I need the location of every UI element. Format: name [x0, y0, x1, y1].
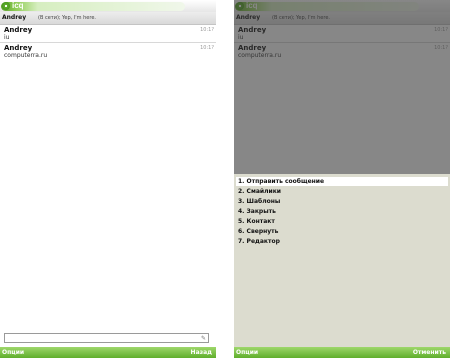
contact-status: (В сети); — [38, 15, 61, 21]
menu-item-send-message[interactable]: 1. Отправить сообщение — [236, 177, 448, 186]
menu-item-contact[interactable]: 5. Контакт — [236, 217, 448, 226]
menu-item-label: 1. Отправить сообщение — [238, 178, 325, 185]
app-title: icq — [12, 1, 24, 10]
message-item: Andrey 10:1? iu — [0, 25, 216, 43]
menu-item-label: 3. Шаблоны — [238, 198, 281, 205]
contact-name: Andrey — [2, 14, 27, 21]
message-text: iu — [4, 34, 10, 41]
title-pill — [1, 2, 185, 11]
menu-item-editor[interactable]: 7. Редактор — [236, 237, 448, 246]
menu-item-minimize[interactable]: 6. Свернуть — [236, 227, 448, 236]
message-text: computerra.ru — [4, 52, 48, 59]
back-softkey[interactable]: Назад — [191, 348, 212, 357]
message-input[interactable]: ✎ — [4, 333, 209, 343]
message-time: 10:1? — [200, 27, 214, 33]
softkey-bar: Опции Назад — [0, 347, 216, 358]
options-softkey[interactable]: Опции — [236, 348, 258, 357]
title-bar: icq — [0, 0, 216, 12]
options-menu: 1. Отправить сообщение 2. Смайлики 3. Ша… — [234, 174, 450, 347]
menu-item-label: 5. Контакт — [238, 218, 275, 225]
menu-item-label: 6. Свернуть — [238, 228, 279, 235]
options-softkey[interactable]: Опции — [2, 348, 24, 357]
cancel-softkey[interactable]: Отменить — [413, 348, 446, 357]
chat-screen: icq Andrey (В сети); Yep, I'm here. Andr… — [0, 0, 216, 358]
contact-status-text: Yep, I'm here. — [62, 15, 96, 21]
menu-item-smileys[interactable]: 2. Смайлики — [236, 187, 448, 196]
icq-flower-icon — [2, 2, 10, 10]
message-time: 10:1? — [200, 45, 214, 51]
pencil-icon: ✎ — [200, 335, 206, 342]
chat-menu-screen: icq Andrey (В сети); Yep, I'm here. Andr… — [234, 0, 450, 358]
menu-item-templates[interactable]: 3. Шаблоны — [236, 197, 448, 206]
menu-item-label: 7. Редактор — [238, 238, 280, 245]
softkey-bar: Опции Отменить — [234, 347, 450, 358]
menu-item-close[interactable]: 4. Закрыть — [236, 207, 448, 216]
menu-item-label: 2. Смайлики — [238, 188, 281, 195]
message-item: Andrey 10:1? computerra.ru — [0, 43, 216, 61]
menu-item-label: 4. Закрыть — [238, 208, 276, 215]
contact-bar[interactable]: Andrey (В сети); Yep, I'm here. — [0, 12, 216, 25]
